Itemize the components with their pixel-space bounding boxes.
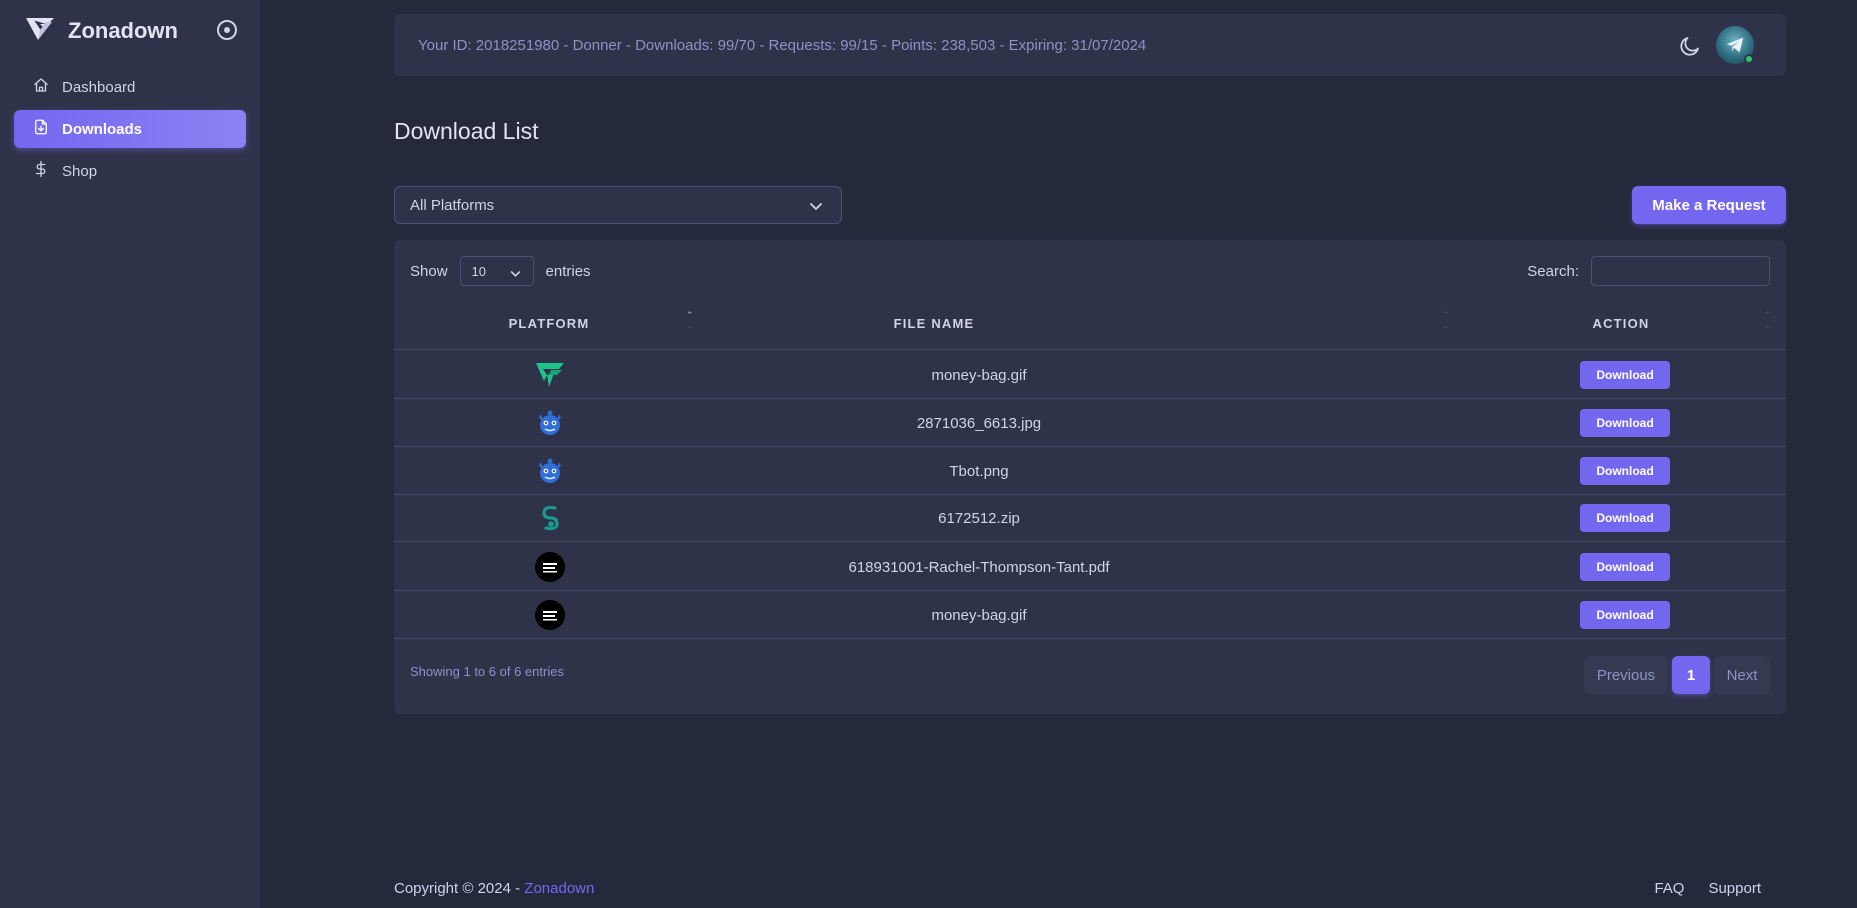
monster-icon [534, 407, 566, 439]
download-button[interactable]: Download [1580, 553, 1670, 581]
column-header-action[interactable]: ACTION [1524, 296, 1718, 350]
file-name: 6172512.zip [938, 509, 1020, 527]
sort-icon[interactable]: ⌃ ⌄ [1764, 310, 1772, 330]
pagination: Previous 1 Next [1584, 656, 1770, 694]
file-name: money-bag.gif [931, 606, 1027, 624]
page-title: Download List [394, 118, 539, 144]
online-status-badge [1744, 54, 1754, 64]
avatar[interactable] [1716, 26, 1754, 64]
sidebar-item-downloads[interactable]: Downloads [14, 110, 246, 148]
table-search: Search: [1527, 256, 1770, 286]
platform-filter-select[interactable]: All Platforms [394, 186, 842, 224]
brand[interactable]: Zonadown [24, 14, 178, 48]
table-header: PLATFORM ⌃ ⌄ FILE NAME ⌃ ⌄ ACTION ⌃ ⌄ [394, 296, 1786, 350]
monster-icon [534, 455, 566, 487]
download-button[interactable]: Download [1580, 409, 1670, 437]
column-header-platform[interactable]: PLATFORM [394, 296, 704, 350]
file-name: money-bag.gif [931, 366, 1027, 384]
table-row: 6172512.zip Download [394, 494, 1786, 542]
zonadown-logo-icon [24, 16, 56, 47]
make-request-button[interactable]: Make a Request [1632, 186, 1786, 224]
download-button[interactable]: Download [1580, 361, 1670, 389]
sidebar-item-shop[interactable]: Shop [14, 152, 246, 190]
skillshare-icon [534, 599, 566, 631]
entries-length-control: Show 10 entries [410, 256, 591, 286]
sort-icon[interactable]: ⌃ ⌄ [1442, 310, 1450, 330]
sidebar-item-label: Downloads [62, 120, 143, 138]
file-name: 2871036_6613.jpg [916, 414, 1042, 432]
footer-links: FAQ Support [1654, 880, 1761, 897]
radio-dot-icon [224, 27, 230, 33]
table-row: money-bag.gif Download [394, 351, 1786, 399]
show-label: Show [410, 262, 448, 280]
entries-label: entries [545, 262, 591, 280]
table-row: 2871036_6613.jpg Download [394, 399, 1786, 447]
support-link[interactable]: Support [1708, 880, 1761, 897]
sidebar-item-dashboard[interactable]: Dashboard [14, 68, 246, 106]
table-info: Showing 1 to 6 of 6 entries [410, 664, 564, 679]
file-name: 618931001-Rachel-Thompson-Tant.pdf [848, 558, 1110, 576]
top-navbar: Your ID: 2018251980 - Donner - Downloads… [394, 14, 1786, 76]
chevron-down-icon [510, 267, 521, 282]
footer-brand-link[interactable]: Zonadown [524, 880, 594, 897]
sidebar: Zonadown Dashboard Downloads Shop [0, 0, 260, 908]
copyright-text: Copyright © 2024 - [394, 880, 525, 897]
sidebar-item-label: Dashboard [62, 78, 136, 96]
file-download-icon [32, 118, 50, 140]
faq-link[interactable]: FAQ [1654, 880, 1684, 897]
moon-icon[interactable] [1678, 34, 1702, 63]
skillshare-icon [534, 551, 566, 583]
freepik-icon [534, 359, 566, 391]
sort-icon[interactable]: ⌃ ⌄ [686, 310, 694, 330]
previous-page-button[interactable]: Previous [1584, 656, 1668, 694]
search-label: Search: [1527, 262, 1579, 280]
sidebar-menu: Dashboard Downloads Shop [14, 68, 246, 194]
sidebar-item-label: Shop [62, 162, 98, 180]
table-row: 618931001-Rachel-Thompson-Tant.pdf Downl… [394, 543, 1786, 591]
download-list-card: Show 10 entries Search: PLATFORM ⌃ ⌄ FILE… [394, 240, 1786, 714]
download-button[interactable]: Download [1580, 504, 1670, 532]
next-page-button[interactable]: Next [1714, 656, 1770, 694]
envato-icon [534, 502, 566, 534]
platform-filter-value: All Platforms [410, 196, 495, 214]
footer-copyright: Copyright © 2024 - Zonadown [394, 880, 594, 897]
entries-per-page-select[interactable]: 10 [459, 256, 534, 286]
table-row: money-bag.gif Download [394, 591, 1786, 639]
chevron-down-icon [809, 199, 823, 217]
table-row: Tbot.png Download [394, 447, 1786, 495]
download-button[interactable]: Download [1580, 457, 1670, 485]
brand-name: Zonadown [68, 18, 178, 43]
entries-per-page-value: 10 [471, 263, 486, 279]
sidebar-collapse-button[interactable] [217, 20, 237, 40]
download-button[interactable]: Download [1580, 601, 1670, 629]
file-name: Tbot.png [949, 462, 1009, 480]
search-input[interactable] [1591, 256, 1770, 286]
dollar-icon [32, 160, 50, 182]
page-1-button[interactable]: 1 [1672, 656, 1710, 694]
column-header-file-name[interactable]: FILE NAME [704, 296, 1164, 350]
home-icon [32, 76, 50, 98]
telegram-icon [1726, 37, 1744, 53]
account-info-text: Your ID: 2018251980 - Donner - Downloads… [418, 36, 1147, 54]
